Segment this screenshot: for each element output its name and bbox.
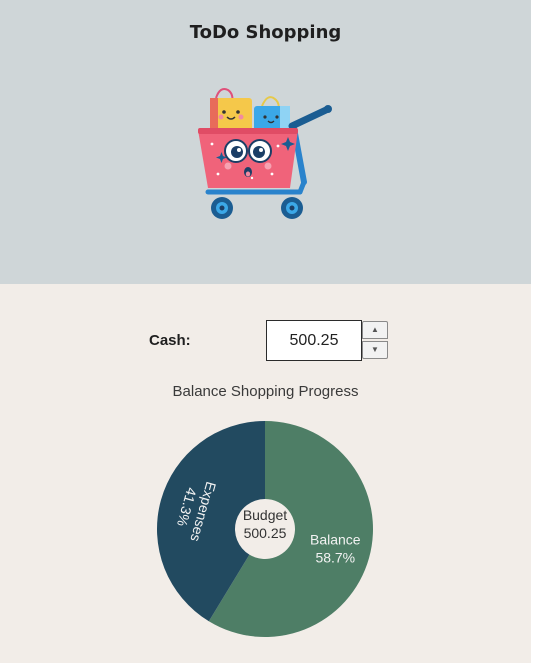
app-title: ToDo Shopping xyxy=(189,22,342,43)
center-value: 500.25 xyxy=(244,525,287,541)
chart-title: Balance Shopping Progress xyxy=(172,383,359,400)
app: ToDo Shopping Cash: 500.25 ▲ ▼ Balance S… xyxy=(0,0,531,663)
cash-label: Cash: xyxy=(149,332,191,349)
slice-label-balance: Balance xyxy=(310,532,361,548)
cash-input[interactable] xyxy=(266,320,362,361)
cart-wheel-left xyxy=(211,197,233,219)
cash-stepper[interactable]: ▲ ▼ xyxy=(362,321,390,361)
slice-percent-balance: 58.7% xyxy=(315,550,355,566)
cart-wheel-right xyxy=(281,197,303,219)
main-content: Cash: ▲ ▼ Balance Shopping Progress Budg… xyxy=(0,284,531,663)
shopping-bag-yellow xyxy=(210,88,252,134)
cart-basket xyxy=(198,128,298,188)
chevron-up-icon[interactable]: ▲ xyxy=(362,321,388,339)
balance-donut-chart: Budget 500.25 Balance58.7%Expenses41.3% xyxy=(157,421,373,637)
header: ToDo Shopping xyxy=(0,0,531,284)
center-label: Budget xyxy=(243,507,287,523)
shopping-cart-illustration xyxy=(198,88,332,219)
chevron-down-icon[interactable]: ▼ xyxy=(362,341,388,359)
